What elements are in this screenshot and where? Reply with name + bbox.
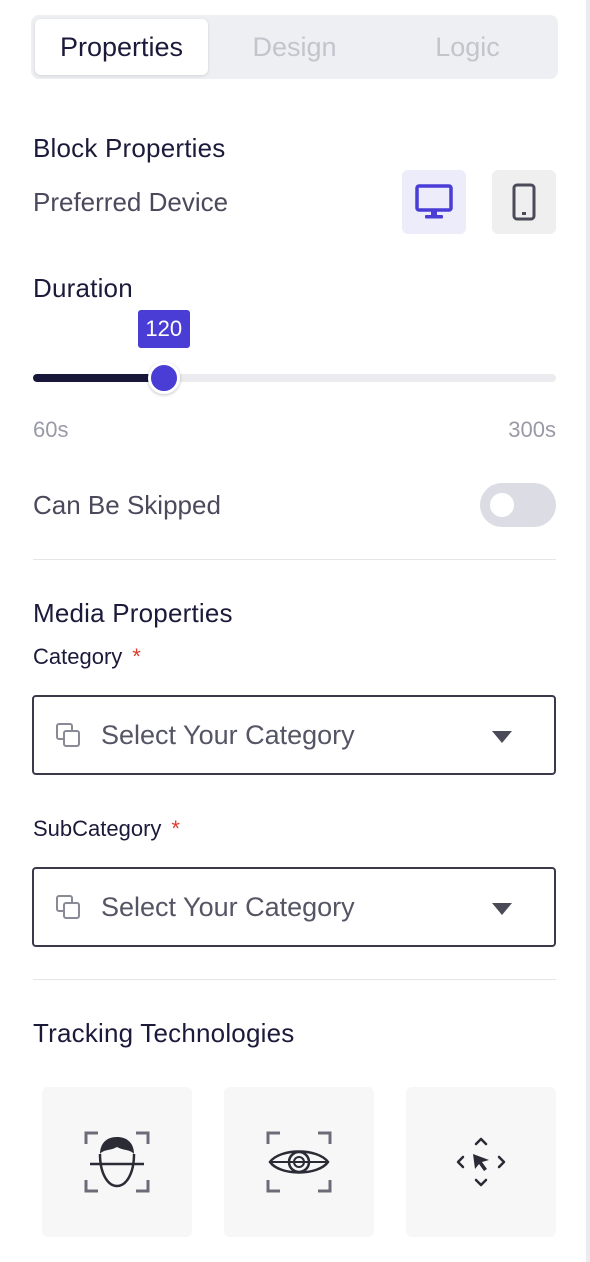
duration-slider-fill <box>33 374 164 382</box>
can-be-skipped-label: Can Be Skipped <box>33 490 221 520</box>
category-select[interactable]: Select Your Category <box>32 695 556 775</box>
copy-icon <box>56 723 80 747</box>
copy-icon <box>56 895 80 919</box>
category-label: Category * <box>33 644 141 670</box>
duration-value-tooltip: 120 <box>137 310 190 348</box>
mouse-tracking-icon <box>456 1137 506 1187</box>
duration-slider-handle[interactable] <box>147 362 180 394</box>
category-select-placeholder: Select Your Category <box>101 719 355 750</box>
subcategory-label-text: SubCategory <box>33 816 162 841</box>
duration-min-label: 60s <box>33 417 69 442</box>
category-label-text: Category <box>33 644 123 669</box>
tab-properties[interactable]: Properties <box>35 19 208 75</box>
required-asterisk: * <box>132 644 141 669</box>
duration-title: Duration <box>33 273 133 303</box>
required-asterisk: * <box>171 816 180 841</box>
can-be-skipped-toggle[interactable] <box>480 483 556 527</box>
section-divider <box>33 559 556 560</box>
face-tracking-icon <box>84 1131 150 1193</box>
subcategory-select-placeholder: Select Your Category <box>101 891 355 922</box>
face-tracking-option[interactable] <box>42 1087 192 1237</box>
tab-logic[interactable]: Logic <box>381 19 554 75</box>
block-properties-title: Block Properties <box>33 133 226 163</box>
chevron-down-icon <box>492 731 512 743</box>
toggle-knob <box>490 493 514 517</box>
eye-tracking-icon <box>266 1131 332 1193</box>
mouse-tracking-option[interactable] <box>406 1087 556 1237</box>
media-properties-title: Media Properties <box>33 598 233 628</box>
tracking-technologies-title: Tracking Technologies <box>33 1018 295 1048</box>
preferred-device-label: Preferred Device <box>33 187 229 217</box>
tab-design[interactable]: Design <box>208 19 381 75</box>
eye-tracking-option[interactable] <box>224 1087 374 1237</box>
chevron-down-icon <box>492 903 512 915</box>
section-divider <box>33 979 556 980</box>
duration-max-label: 300s <box>508 417 556 442</box>
desktop-icon <box>415 184 453 219</box>
panel-edge <box>586 0 590 1262</box>
mobile-icon <box>512 183 536 221</box>
subcategory-select[interactable]: Select Your Category <box>32 867 556 947</box>
tab-bar: Properties Design Logic <box>31 15 558 79</box>
duration-slider[interactable] <box>33 362 556 394</box>
subcategory-label: SubCategory * <box>33 816 180 842</box>
desktop-device-button[interactable] <box>402 170 466 234</box>
mobile-device-button[interactable] <box>492 170 556 234</box>
